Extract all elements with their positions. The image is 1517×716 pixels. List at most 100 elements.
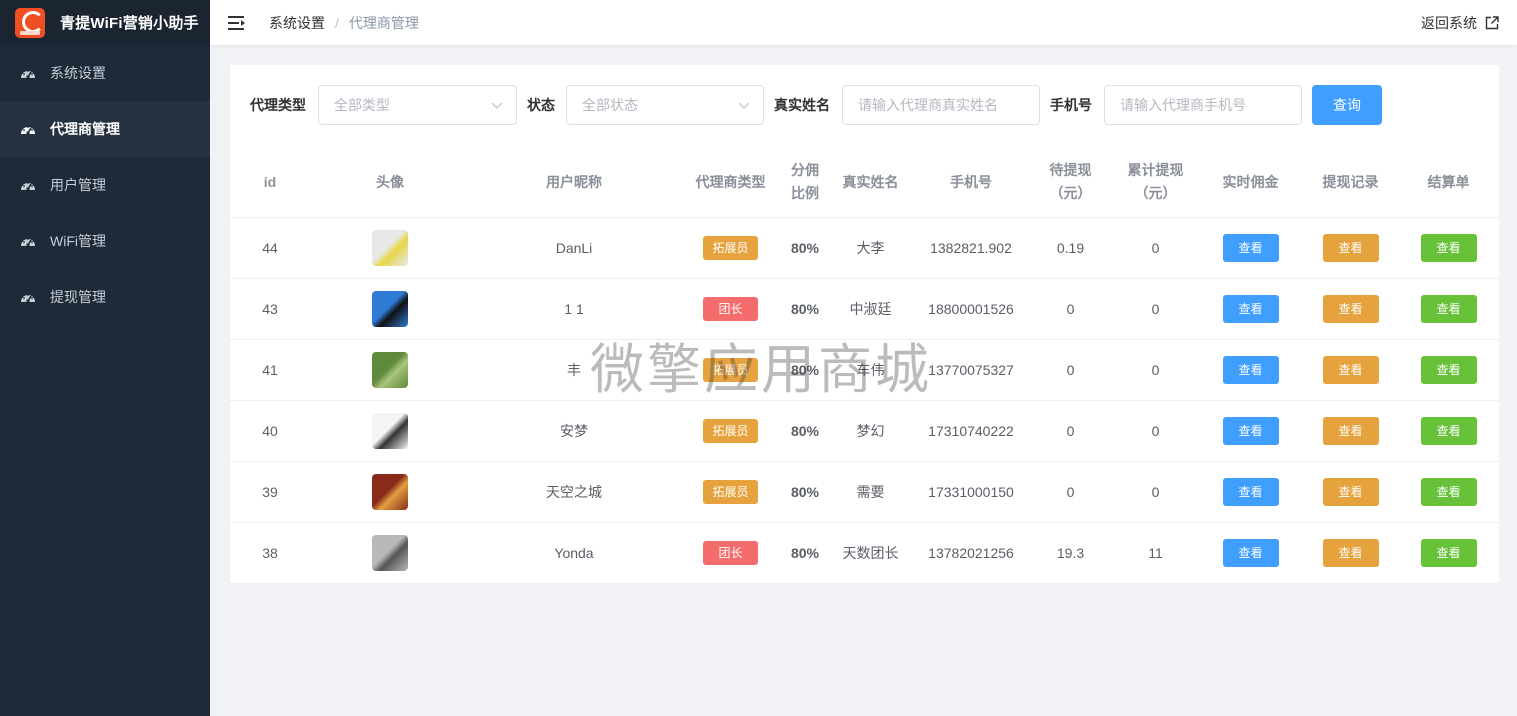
realname: 梦幻 — [856, 422, 885, 439]
view-commission-button-cell: 查看 — [1198, 400, 1303, 462]
view-settlement-button[interactable]: 查看 — [1420, 477, 1477, 506]
phone-number: 17331000150 — [928, 483, 1014, 500]
pending-amount-cell: 0 — [1028, 400, 1113, 462]
phone-number: 18800001526 — [928, 300, 1014, 317]
phone-label: 手机号 — [1050, 97, 1092, 113]
view-withdraw-button[interactable]: 查看 — [1322, 355, 1379, 384]
view-withdraw-button[interactable]: 查看 — [1322, 416, 1379, 445]
pending-amount-cell: 0 — [1028, 461, 1113, 523]
view-settlement-button[interactable]: 查看 — [1420, 538, 1477, 567]
agent-type-select[interactable]: 全部类型 — [318, 85, 517, 125]
view-withdraw-button[interactable]: 查看 — [1322, 233, 1379, 262]
total-withdrawn: 0 — [1151, 239, 1160, 256]
view-withdraw-button-cell: 查看 — [1303, 339, 1398, 401]
breadcrumb-item-system[interactable]: 系统设置 — [269, 13, 325, 33]
agent-type-badge: 拓展员 — [703, 418, 758, 443]
dashboard-icon — [20, 235, 36, 247]
view-settlement-button[interactable]: 查看 — [1420, 294, 1477, 323]
commission-ratio: 80% — [790, 361, 820, 378]
avatar — [372, 412, 408, 449]
status-select-value: 全部状态 — [582, 97, 638, 113]
nickname-cell: 安梦 — [470, 400, 678, 462]
commission-ratio: 80% — [790, 544, 820, 561]
phone-number-cell: 13782021256 — [914, 522, 1028, 584]
phone-number-cell: 17310740222 — [914, 400, 1028, 462]
avatar-cell — [310, 339, 470, 401]
realname: 大李 — [856, 239, 885, 256]
view-settlement-button-cell: 查看 — [1398, 522, 1499, 584]
agent-type-badge-cell: 拓展员 — [678, 339, 783, 401]
view-commission-button[interactable]: 查看 — [1222, 538, 1279, 567]
table-body: 44 DanLi 拓展员 80% 大李 1382821.902 0.19 0 查看 查看 查看 43 1… — [230, 217, 1499, 584]
col-avatar: 头像 — [310, 148, 470, 218]
table-row: 39 天空之城 拓展员 80% 需要 17331000150 0 0 查看 查看 查看 — [230, 461, 1499, 523]
phone-number: 1382821.902 — [930, 239, 1012, 256]
commission-ratio: 80% — [790, 239, 820, 256]
phone-number: 17310740222 — [928, 422, 1014, 439]
view-commission-button[interactable]: 查看 — [1222, 416, 1279, 445]
avatar — [372, 534, 408, 571]
agent-type-badge: 拓展员 — [703, 235, 758, 260]
sidebar-menu: 系统设置 代理商管理用户管理 WiFi管理 提现管理 — [0, 45, 210, 325]
col-total-line2: （元） — [1134, 185, 1177, 202]
table-row: 41 丰 拓展员 80% 车伟 13770075327 0 0 查看 查看 查看 — [230, 339, 1499, 401]
collapse-menu-icon[interactable] — [228, 15, 246, 31]
view-settlement-button-cell: 查看 — [1398, 461, 1499, 523]
realname-input[interactable]: 请输入代理商真实姓名 — [842, 85, 1040, 125]
col-realname: 真实姓名 — [827, 148, 914, 218]
avatar-cell — [310, 278, 470, 340]
view-commission-button[interactable]: 查看 — [1222, 477, 1279, 506]
phone-number: 13770075327 — [928, 361, 1014, 378]
sidebar-item-2[interactable]: 用户管理 — [0, 157, 210, 213]
view-settlement-button[interactable]: 查看 — [1420, 416, 1477, 445]
agent-type-select-value: 全部类型 — [334, 97, 390, 113]
chevron-down-icon — [738, 102, 750, 109]
view-withdraw-button-cell: 查看 — [1303, 522, 1398, 584]
status-label: 状态 — [527, 97, 555, 113]
back-system-link[interactable]: 返回系统 — [1421, 0, 1499, 45]
nickname: 天空之城 — [546, 483, 602, 500]
view-withdraw-button[interactable]: 查看 — [1322, 294, 1379, 323]
nickname-cell: Yonda — [470, 522, 678, 584]
phone-input[interactable]: 请输入代理商手机号 — [1104, 85, 1302, 125]
phone-number-cell: 17331000150 — [914, 461, 1028, 523]
view-withdraw-button[interactable]: 查看 — [1322, 477, 1379, 506]
query-button[interactable]: 查询 — [1312, 85, 1382, 125]
view-commission-button[interactable]: 查看 — [1222, 233, 1279, 262]
total-withdrawn-cell: 11 — [1113, 522, 1198, 584]
pending-amount: 19.3 — [1056, 544, 1085, 561]
pending-amount: 0 — [1066, 361, 1075, 378]
avatar — [372, 229, 408, 266]
agent-id: 38 — [262, 544, 278, 561]
view-settlement-button-cell: 查看 — [1398, 339, 1499, 401]
avatar — [372, 290, 408, 327]
realname-cell: 大李 — [827, 217, 914, 279]
view-settlement-button[interactable]: 查看 — [1420, 355, 1477, 384]
table-header-row: id 头像 用户昵称 代理商类型 分佣 比例 真实姓名 手机号 待提现 （元） 累计… — [230, 148, 1499, 218]
sidebar-item-4[interactable]: 提现管理 — [0, 269, 210, 325]
nickname: 安梦 — [560, 422, 588, 439]
view-commission-button-cell: 查看 — [1198, 522, 1303, 584]
view-commission-button-cell: 查看 — [1198, 217, 1303, 279]
table-row: 43 1 1 团长 80% 中淑廷 18800001526 0 0 查看 查看 查看 — [230, 278, 1499, 340]
view-withdraw-button[interactable]: 查看 — [1322, 538, 1379, 567]
agent-id: 44 — [262, 239, 278, 256]
realname: 天数团长 — [842, 544, 899, 561]
agent-id: 40 — [262, 422, 278, 439]
realname: 中淑廷 — [849, 300, 892, 317]
sidebar-item-3[interactable]: WiFi管理 — [0, 213, 210, 269]
sidebar-item-1[interactable]: 代理商管理 — [0, 101, 210, 157]
realname-cell: 天数团长 — [827, 522, 914, 584]
view-commission-button[interactable]: 查看 — [1222, 294, 1279, 323]
nickname: 丰 — [567, 361, 581, 378]
status-select[interactable]: 全部状态 — [566, 85, 764, 125]
sidebar-item-0[interactable]: 系统设置 — [0, 45, 210, 101]
agent-id-cell: 38 — [230, 522, 310, 584]
sidebar-item-label: 用户管理 — [50, 177, 106, 193]
pending-amount: 0 — [1066, 483, 1075, 500]
view-commission-button[interactable]: 查看 — [1222, 355, 1279, 384]
table-row: 44 DanLi 拓展员 80% 大李 1382821.902 0.19 0 查看 查看 查看 — [230, 217, 1499, 279]
total-withdrawn-cell: 0 — [1113, 278, 1198, 340]
view-settlement-button[interactable]: 查看 — [1420, 233, 1477, 262]
agent-id-cell: 43 — [230, 278, 310, 340]
